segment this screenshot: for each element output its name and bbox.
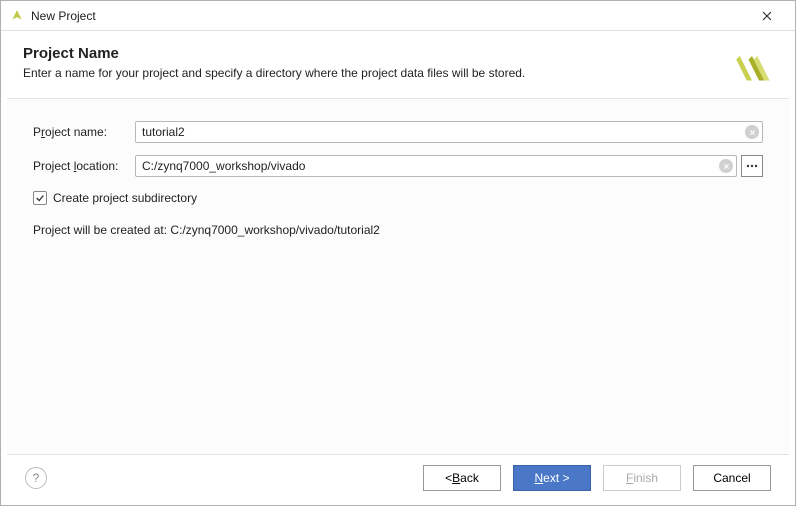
back-button[interactable]: < Back — [423, 465, 501, 491]
project-name-row: Project name: — [33, 121, 763, 143]
dialog-header: Project Name Enter a name for your proje… — [1, 31, 795, 90]
dialog-footer: ? < Back Next > Finish Cancel — [7, 454, 789, 505]
create-subdir-label: Create project subdirectory — [53, 191, 197, 205]
create-subdir-row: Create project subdirectory — [33, 191, 763, 205]
help-icon: ? — [33, 471, 40, 485]
page-subtitle: Enter a name for your project and specif… — [23, 66, 773, 80]
new-project-dialog: New Project Project Name Enter a name fo… — [0, 0, 796, 506]
project-path-preview: Project will be created at: C:/zynq7000_… — [33, 223, 763, 237]
create-subdir-checkbox[interactable] — [33, 191, 47, 205]
project-location-row: Project location: — [33, 155, 763, 177]
clear-location-icon[interactable] — [719, 159, 733, 173]
browse-location-button[interactable] — [741, 155, 763, 177]
page-title: Project Name — [23, 45, 773, 62]
dialog-body: Project name: Project location: — [7, 98, 789, 454]
finish-button: Finish — [603, 465, 681, 491]
next-button[interactable]: Next > — [513, 465, 591, 491]
vivado-logo-icon — [731, 49, 773, 94]
project-name-label: Project name: — [33, 125, 135, 139]
project-location-input[interactable] — [135, 155, 737, 177]
project-location-label: Project location: — [33, 159, 135, 173]
app-icon — [9, 8, 25, 24]
titlebar: New Project — [1, 1, 795, 31]
close-button[interactable] — [747, 2, 787, 30]
project-name-input[interactable] — [135, 121, 763, 143]
help-button[interactable]: ? — [25, 467, 47, 489]
cancel-button[interactable]: Cancel — [693, 465, 771, 491]
clear-name-icon[interactable] — [745, 125, 759, 139]
window-title: New Project — [31, 9, 747, 23]
